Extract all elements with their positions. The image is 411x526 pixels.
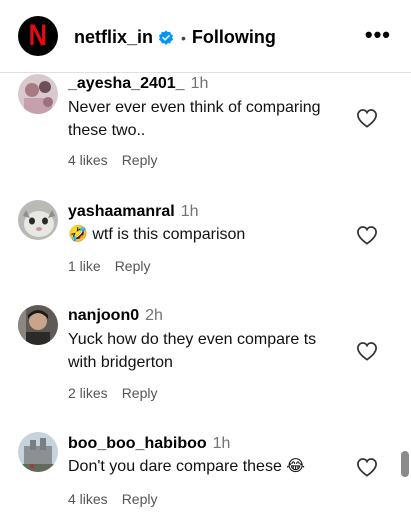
like-count[interactable]: 4 likes <box>68 491 108 507</box>
avatar-image <box>18 305 58 345</box>
heart-icon[interactable] <box>356 225 378 245</box>
commenter-avatar[interactable] <box>18 74 58 114</box>
avatar-image <box>18 74 58 114</box>
commenter-avatar[interactable] <box>18 305 58 345</box>
comment-time: 1h <box>180 203 199 220</box>
header-username[interactable]: netflix_in <box>74 27 153 48</box>
netflix-logo: N <box>28 19 48 52</box>
commenter-avatar[interactable] <box>18 200 58 240</box>
heart-icon[interactable] <box>356 341 378 361</box>
comment-username: boo_boo_habiboo 1h <box>68 435 230 453</box>
comment-time: 2h <box>145 307 163 324</box>
comment-meta: 2 likes Reply <box>68 385 171 401</box>
comment-username: yashaamanral 1h <box>68 203 199 221</box>
comment-meta: 4 likes Reply <box>68 152 171 168</box>
comment-meta: 1 like Reply <box>68 258 164 274</box>
comment-username: nanjoon0 2h <box>68 307 163 325</box>
reply-button[interactable]: Reply <box>122 491 158 507</box>
rofl-emoji: 🤣 <box>68 226 88 243</box>
comment-body: wtf is this comparison <box>92 226 246 243</box>
username-link[interactable]: boo_boo_habiboo <box>68 435 207 452</box>
laughing-emoji: 😂 <box>286 458 305 475</box>
reply-button[interactable]: Reply <box>115 258 151 274</box>
comment-text: Don't you dare compare these 😂 <box>68 455 348 478</box>
heart-icon[interactable] <box>356 108 378 128</box>
username-link[interactable]: nanjoon0 <box>68 307 139 324</box>
like-count[interactable]: 1 like <box>68 258 101 274</box>
header-user: netflix_in • Following <box>74 27 276 48</box>
like-count[interactable]: 2 likes <box>68 385 108 401</box>
comment-meta: 4 likes Reply <box>68 491 171 507</box>
post-header: N netflix_in • Following ••• <box>0 0 411 72</box>
reply-button[interactable]: Reply <box>122 152 158 168</box>
comment-text: 🤣 wtf is this comparison <box>68 223 348 246</box>
comment-username: _ayesha_2401_ 1h <box>68 75 208 93</box>
scrollbar-thumb[interactable] <box>401 451 409 477</box>
heart-icon[interactable] <box>356 457 378 477</box>
netflix-avatar[interactable]: N <box>18 16 58 56</box>
avatar-image <box>18 432 58 472</box>
comment-time: 1h <box>212 435 231 452</box>
verified-badge-icon <box>159 30 174 45</box>
following-button[interactable]: Following <box>192 27 276 48</box>
commenter-avatar[interactable] <box>18 432 58 472</box>
comment-time: 1h <box>190 75 209 92</box>
comment-body: Don't you dare compare these <box>68 458 282 475</box>
more-options-icon[interactable]: ••• <box>365 24 391 46</box>
comment-text: Yuck how do they even compare ts with br… <box>68 331 317 371</box>
username-link[interactable]: _ayesha_2401_ <box>68 75 185 92</box>
reply-button[interactable]: Reply <box>122 385 158 401</box>
username-link[interactable]: yashaamanral <box>68 203 175 220</box>
header-separator: • <box>181 29 186 46</box>
avatar-image <box>18 200 58 240</box>
header-divider <box>0 72 411 73</box>
comment-text: Never ever even think of comparing these… <box>68 99 321 139</box>
like-count[interactable]: 4 likes <box>68 152 108 168</box>
